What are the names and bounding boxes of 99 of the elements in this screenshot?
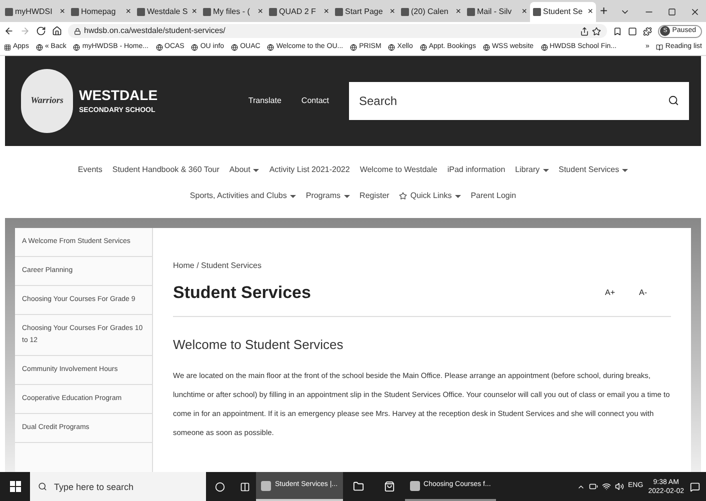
- tab-close-button[interactable]: ×: [192, 5, 197, 19]
- tab-close-button[interactable]: ×: [588, 5, 593, 19]
- share-icon[interactable]: [580, 26, 590, 36]
- favicon-icon: [5, 8, 13, 16]
- favicon-icon: [269, 8, 277, 16]
- font-size-button[interactable]: A+: [604, 286, 615, 299]
- browser-tab[interactable]: Start Page ×: [332, 2, 398, 22]
- favicon-icon: [467, 8, 475, 16]
- home-icon[interactable]: [52, 26, 62, 36]
- notifications-icon[interactable]: [690, 482, 700, 492]
- browser-tab[interactable]: Westdale S ×: [134, 2, 200, 22]
- nav-link[interactable]: Sports, Activities and Clubs: [190, 190, 287, 202]
- taskbar-search-field[interactable]: Type here to search: [30, 472, 206, 501]
- tab-close-button[interactable]: ×: [522, 5, 527, 19]
- folder-icon[interactable]: [352, 481, 364, 492]
- nav-link[interactable]: Events: [78, 164, 102, 176]
- tab-title: Student Se: [543, 6, 584, 18]
- new-tab-button[interactable]: +: [600, 0, 608, 20]
- tab-close-button[interactable]: ×: [456, 5, 461, 19]
- tab-close-button[interactable]: ×: [60, 5, 65, 19]
- tab-title: QUAD 2 F: [279, 6, 317, 18]
- tab-title: (20) Calen: [411, 6, 450, 18]
- nav-link[interactable]: Student Handbook & 360 Tour: [112, 164, 220, 176]
- favicon-icon: [203, 8, 211, 16]
- tab-title: Start Page: [345, 6, 384, 18]
- globe-icon: [482, 44, 490, 51]
- tab-title: My files - (: [213, 6, 251, 18]
- globe-icon: [191, 44, 198, 51]
- logo-text: Warriors: [30, 94, 64, 108]
- browser-tab[interactable]: myHWDSI ×: [2, 2, 68, 22]
- nav-link[interactable]: Parent Login: [470, 190, 516, 202]
- favicon-icon: [71, 8, 79, 16]
- browser-tab[interactable]: Student Se ×: [530, 2, 596, 22]
- volume-icon[interactable]: [615, 482, 624, 491]
- wifi-icon[interactable]: [602, 482, 612, 491]
- app-icon: [410, 480, 420, 490]
- globe-icon: [540, 44, 548, 51]
- tab-close-button[interactable]: ×: [324, 5, 329, 19]
- font-size-button[interactable]: A-: [639, 286, 647, 299]
- browser-tab[interactable]: QUAD 2 F ×: [266, 2, 332, 22]
- tab-close-button[interactable]: ×: [390, 5, 395, 19]
- book-icon: [656, 44, 664, 51]
- globe-icon: [267, 44, 274, 51]
- page-title: Student Services: [173, 282, 312, 304]
- tab-title: Homepag: [81, 6, 117, 18]
- favicon-icon: [533, 8, 541, 16]
- nav-link[interactable]: About: [229, 164, 250, 176]
- extensions-icon[interactable]: [643, 26, 652, 36]
- tab-close-button[interactable]: ×: [258, 5, 263, 19]
- header-link[interactable]: Contact: [301, 95, 329, 107]
- reload-icon[interactable]: [36, 26, 46, 36]
- globe-icon: [231, 44, 238, 51]
- store-icon[interactable]: [384, 481, 395, 492]
- search-icon: [38, 482, 47, 491]
- globe-icon: [350, 44, 358, 51]
- tab-title: Mail - Silv: [477, 6, 513, 18]
- maximize-icon[interactable]: [668, 8, 676, 16]
- nav-link[interactable]: Library: [515, 164, 540, 176]
- tab-close-button[interactable]: ×: [126, 5, 131, 19]
- lock-icon: [74, 28, 81, 34]
- nav-link[interactable]: Quick Links: [410, 190, 452, 202]
- battery-icon[interactable]: [589, 482, 598, 491]
- globe-icon: [156, 44, 162, 51]
- favicon-icon: [401, 8, 409, 16]
- browser-tab[interactable]: Mail - Silv ×: [464, 2, 530, 22]
- globe-icon: [420, 44, 427, 51]
- nav-link[interactable]: Student Services: [558, 164, 620, 176]
- back-icon[interactable]: [4, 26, 14, 36]
- browser-tab[interactable]: My files - ( ×: [200, 2, 266, 22]
- windows-logo-icon: [10, 481, 20, 492]
- globe-icon: [36, 44, 43, 51]
- search-icon[interactable]: [668, 95, 679, 106]
- task-view-icon[interactable]: [240, 482, 250, 492]
- apps-grid-icon: [4, 44, 11, 51]
- nav-link[interactable]: Activity List 2021-2022: [269, 164, 350, 176]
- nav-link[interactable]: Register: [360, 190, 390, 202]
- favicon-icon: [335, 8, 343, 16]
- header-link[interactable]: Translate: [248, 95, 282, 107]
- globe-icon: [73, 44, 80, 51]
- tab-title: Westdale S: [147, 6, 189, 18]
- address-bar[interactable]: hwdsb.on.ca/westdale/student-services/: [68, 24, 608, 38]
- search-field[interactable]: Search: [349, 82, 689, 120]
- close-icon[interactable]: [690, 7, 700, 17]
- nav-link[interactable]: Welcome to Westdale: [360, 164, 438, 176]
- app-icon: [261, 480, 271, 490]
- nav-link[interactable]: Programs: [306, 190, 341, 202]
- section-heading: Welcome to Student Services: [173, 336, 344, 354]
- nav-link[interactable]: iPad information: [447, 164, 506, 176]
- breadcrumb[interactable]: Home / Student Services: [173, 260, 671, 272]
- star-icon[interactable]: [592, 26, 602, 36]
- school-logo[interactable]: Warriors: [21, 69, 73, 133]
- school-name: WESTDALE: [79, 86, 158, 106]
- browser-tab[interactable]: (20) Calen ×: [398, 2, 464, 22]
- url-text: hwdsb.on.ca/westdale/student-services/: [84, 25, 226, 37]
- cortana-icon[interactable]: [215, 482, 225, 492]
- favicon-icon: [137, 8, 145, 16]
- globe-icon: [388, 44, 396, 51]
- browser-tab[interactable]: Homepag ×: [68, 2, 134, 22]
- tab-title: myHWDSI: [15, 6, 54, 18]
